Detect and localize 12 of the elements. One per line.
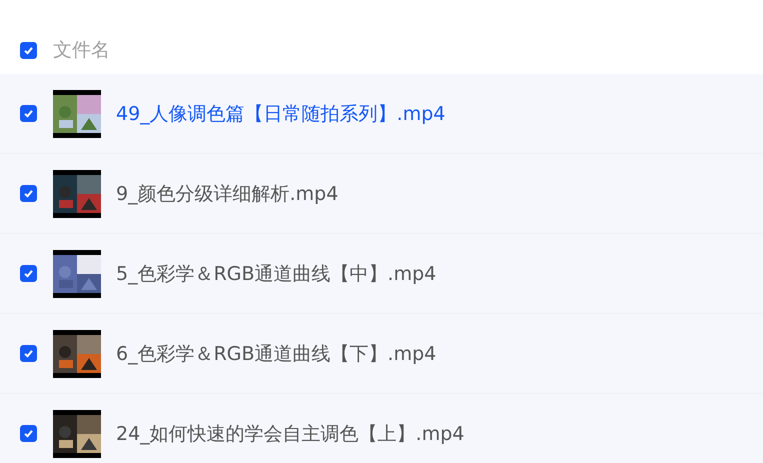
checkbox[interactable] [20,265,37,282]
checkbox[interactable] [20,425,37,442]
column-header: 文件名 [53,38,110,63]
file-name[interactable]: 24_如何快速的学会自主调色【上】.mp4 [116,420,464,446]
checkbox[interactable] [20,345,37,362]
checkbox[interactable] [20,42,37,58]
file-name[interactable]: 49_人像调色篇【日常随拍系列】.mp4 [116,100,446,126]
checkbox[interactable] [20,185,37,202]
checkbox[interactable] [20,105,37,122]
file-name[interactable]: 9_颜色分级详细解析.mp4 [116,180,338,206]
file-name[interactable]: 6_色彩学＆RGB通道曲线【下】.mp4 [116,340,436,366]
file-name[interactable]: 5_色彩学＆RGB通道曲线【中】.mp4 [116,260,436,286]
